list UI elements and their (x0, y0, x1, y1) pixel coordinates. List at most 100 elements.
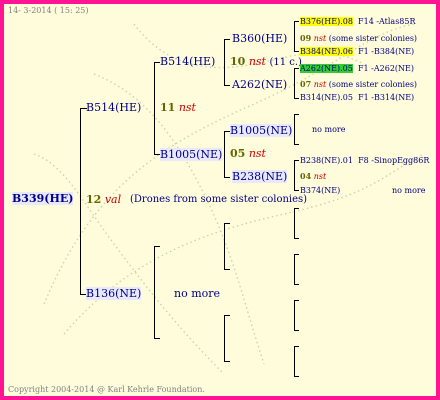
gen3-queen-a[interactable]: B360(HE) (232, 32, 287, 45)
gen3-line-a-count: (11 c.) (269, 57, 302, 68)
sire-connector (154, 62, 155, 155)
gen4-row-8-num: .01 (340, 156, 353, 165)
gen4-row-1: B376(HE).08 F14 -Atlas85R (300, 17, 416, 27)
gen4-row-7-no-more: no more (312, 125, 346, 134)
gen4-row-3-name: F1 -B384(NE) (358, 47, 415, 56)
gen3-connector-d-bottom (224, 361, 230, 362)
report-date: 14- 3-2014 ( 15: 25) (8, 6, 89, 15)
sire-line-number: 11 (160, 101, 176, 114)
gen4-row-8: B238(NE).01 F8 -SinopEgg86R (300, 156, 429, 166)
gen3-line-c: 05 nst (230, 147, 266, 160)
gen4-row-4-name: F1 -A262(NE) (357, 64, 414, 73)
gen4-bracket-5-top (294, 208, 299, 209)
gen4-bracket-3 (294, 114, 295, 144)
gen4-row-3: B384(NE).06 F1 -B384(NE) (300, 47, 414, 57)
dam-no-more: no more (174, 287, 221, 300)
gen4-row-5: 07 nst (some sister colonies) (300, 79, 417, 90)
gen4-bracket-6-top (294, 254, 299, 255)
sire-sire-queen[interactable]: B514(HE) (160, 55, 215, 68)
gen4-bracket-6-bottom (294, 284, 299, 285)
gen4-row-1-name: F14 -Atlas85R (358, 17, 416, 26)
gen4-row-6-id[interactable]: B314(NE) (300, 93, 340, 102)
sire-queen[interactable]: B514(HE) (86, 101, 141, 114)
gen4-row-3-num: .06 (340, 47, 353, 56)
dam-line-num: 12 val (86, 193, 121, 206)
gen4-bracket-4-bottom (294, 190, 299, 191)
dam-line-note: (Drones from some sister colonies) (130, 194, 308, 205)
gen4-bracket-5-bottom (294, 238, 299, 239)
gen4-bracket-3-top (294, 114, 299, 115)
dam-queen[interactable]: B136(NE) (86, 287, 142, 300)
gen3-line-a-number: 10 (230, 55, 246, 68)
gen3-connector-a (224, 39, 225, 86)
gen4-bracket-8-top (294, 346, 299, 347)
dam-connector-top (154, 246, 160, 247)
root-queen[interactable]: B339(HE) (12, 192, 74, 205)
gen4-row-9: 04 nst (300, 171, 326, 182)
gen4-row-1-num: .08 (340, 17, 353, 26)
gen3-queen-d[interactable]: B238(NE) (232, 170, 288, 183)
gen4-row-6-name: F1 -B314(NE) (358, 93, 415, 102)
gen4-bracket-5 (294, 208, 295, 238)
gen4-row-4-id[interactable]: A262(NE) (300, 64, 341, 73)
gen4-row-4: A262(NE).05 F1 -A262(NE) (300, 64, 414, 74)
pedigree-frame: 14- 3-2014 ( 15: 25) Copyright 2004-2014… (0, 0, 440, 400)
gen4-row-1-id[interactable]: B376(HE) (300, 17, 341, 26)
gen3-line-a-type: nst (248, 55, 266, 68)
gen4-bracket-1-top (294, 21, 299, 22)
gen3-queen-c[interactable]: B1005(NE) (230, 124, 293, 137)
gen4-bracket-2 (294, 68, 295, 98)
gen4-row-9-number: 04 (300, 171, 312, 181)
gen3-connector-a-top (224, 39, 230, 40)
gen3-connector-a-bottom (224, 85, 230, 86)
gen4-row-2-note: (some sister colonies) (328, 34, 418, 43)
gen4-row-8-name: F8 -SinopEgg86R (358, 156, 430, 165)
gen4-row-5-type: nst (313, 80, 327, 89)
gen4-bracket-7-bottom (294, 330, 299, 331)
gen4-row-9-type: nst (313, 172, 327, 181)
gen4-bracket-1-bottom (294, 51, 299, 52)
gen4-row-3-id[interactable]: B384(NE) (300, 47, 341, 56)
gen4-bracket-7-top (294, 300, 299, 301)
gen4-bracket-7 (294, 300, 295, 330)
gen4-row-4-num: .05 (340, 64, 353, 73)
gen4-row-10-id[interactable]: B374(NE) (300, 186, 340, 196)
sire-line-type: nst (178, 101, 196, 114)
gen4-bracket-3-bottom (294, 144, 299, 145)
gen3-connector-c (224, 223, 225, 270)
gen4-row-6: B314(NE).05 F1 -B314(NE) (300, 93, 414, 103)
gen4-bracket-1 (294, 21, 295, 51)
dam-connector (154, 246, 155, 339)
dam-line-type: val (104, 193, 122, 206)
sire-dam-queen[interactable]: B1005(NE) (160, 148, 223, 161)
gen4-bracket-2-bottom (294, 98, 299, 99)
gen4-row-2-type: nst (313, 34, 327, 43)
gen3-connector-d-top (224, 315, 230, 316)
gen3-line-c-type: nst (248, 147, 266, 160)
gen4-bracket-4-top (294, 160, 299, 161)
gen3-queen-b[interactable]: A262(NE) (232, 78, 287, 91)
gen4-row-10-no-more: no more (392, 186, 426, 195)
gen3-line-c-number: 05 (230, 147, 246, 160)
gen4-row-5-number: 07 (300, 79, 312, 89)
gen4-bracket-8 (294, 346, 295, 376)
copyright-text: Copyright 2004-2014 @ Karl Kehrle Founda… (8, 385, 205, 394)
root-connector (80, 108, 81, 295)
gen4-row-8-id[interactable]: B238(NE) (300, 156, 340, 165)
gen3-connector-b (224, 131, 225, 178)
gen4-bracket-4 (294, 160, 295, 190)
gen3-connector-c-top (224, 223, 230, 224)
gen3-connector-c-bottom (224, 269, 230, 270)
gen3-line-a: 10 nst (11 c.) (230, 55, 302, 69)
gen4-row-2-number: 09 (300, 33, 312, 43)
gen4-row-5-note: (some sister colonies) (328, 80, 418, 89)
gen3-connector-d (224, 315, 225, 362)
dam-line-number: 12 (86, 193, 102, 206)
gen3-connector-b-bottom (224, 177, 230, 178)
gen4-bracket-8-bottom (294, 376, 299, 377)
gen4-bracket-6 (294, 254, 295, 284)
gen4-row-2: 09 nst (some sister colonies) (300, 33, 417, 44)
sire-line: 11 nst (160, 101, 196, 114)
gen4-row-6-num: .05 (340, 93, 353, 102)
dam-connector-bottom (154, 338, 160, 339)
